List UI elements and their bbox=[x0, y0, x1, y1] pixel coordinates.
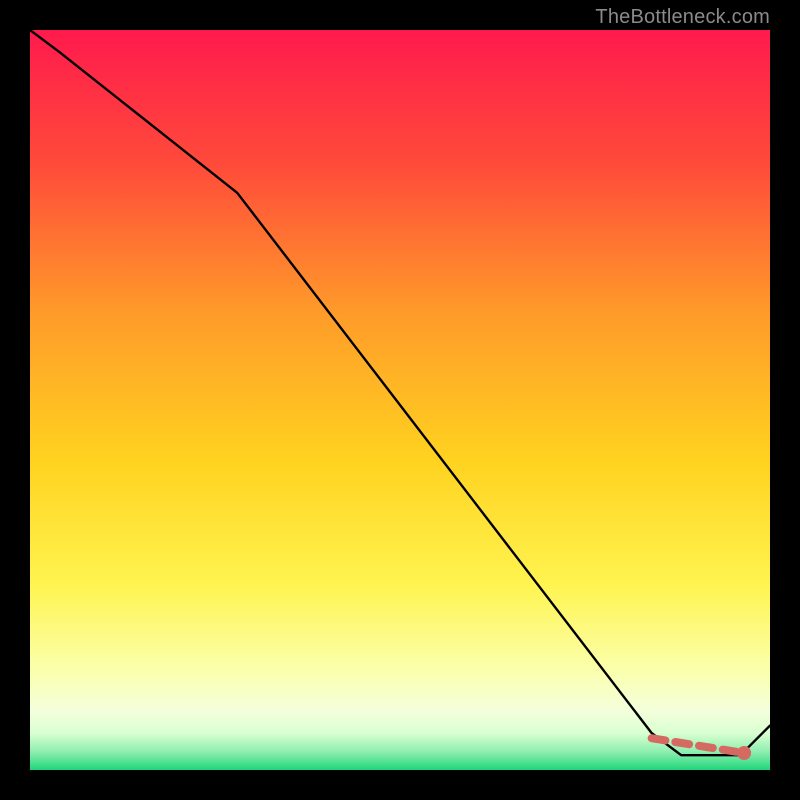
chart-lines bbox=[30, 30, 770, 770]
watermark-text: TheBottleneck.com bbox=[595, 6, 770, 29]
end-dot-icon bbox=[737, 746, 751, 760]
chart-frame: TheBottleneck.com bbox=[0, 0, 800, 800]
dashed-segment bbox=[652, 738, 745, 753]
main-curve bbox=[30, 30, 770, 755]
plot-area bbox=[30, 30, 770, 770]
